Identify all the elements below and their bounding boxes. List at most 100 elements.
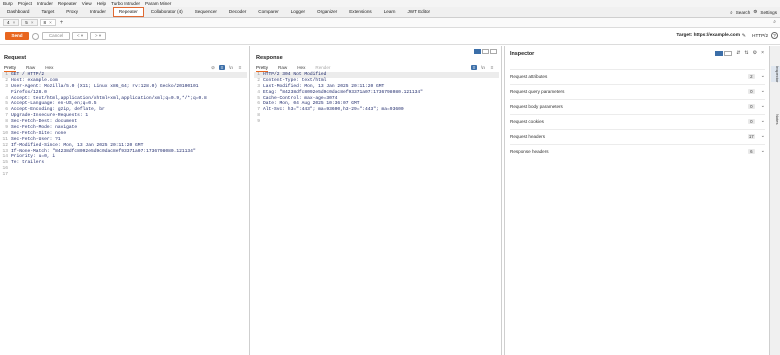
tab-organizer[interactable]: Organizer [312, 8, 342, 16]
newline-icon[interactable]: \n [480, 65, 486, 70]
sort-icon[interactable]: ⇵ [736, 50, 740, 56]
tab-repeater[interactable]: Repeater [112, 7, 144, 17]
wrap-lines-icon[interactable]: ≡ [219, 65, 225, 70]
close-icon[interactable]: × [49, 20, 52, 26]
menu-repeater[interactable]: Repeater [58, 1, 77, 6]
inspector-section-label: Request query parameters [510, 88, 565, 94]
edit-target-icon[interactable]: ✎ [742, 33, 746, 39]
chevron-down-icon[interactable]: ⌄ [761, 103, 765, 109]
chevron-down-icon[interactable]: ⌄ [761, 88, 765, 94]
tab-decoder[interactable]: Decoder [224, 8, 251, 16]
response-editor[interactable]: 1 HTTP/2 304 Not Modified 2 Content-Type: t… [254, 72, 499, 353]
inspector-panel: Inspector ⇵ ⇅ ⚙ × Request attributes 2 ⌄ Re… [504, 46, 769, 355]
repeater-tab-label: 4 [7, 19, 10, 25]
tool-tabs: Dashboard Target Proxy Intruder Repeater… [0, 7, 780, 18]
layout-vertical-icon[interactable] [490, 49, 497, 54]
menu-icon[interactable]: ≡ [489, 65, 495, 70]
history-back-button[interactable]: < ▾ [72, 32, 88, 40]
inspector-section-label: Request body parameters [510, 103, 563, 109]
request-view-tabs: Pretty Raw Hex [4, 65, 63, 72]
menu-burp[interactable]: Burp [3, 1, 13, 6]
tab-response-raw[interactable]: Raw [278, 65, 287, 72]
tab-proxy[interactable]: Proxy [61, 8, 83, 16]
menu-param-miner[interactable]: Param Miner [145, 1, 171, 6]
tab-response-hex[interactable]: Hex [297, 65, 305, 72]
menu-intruder[interactable]: Intruder [37, 1, 53, 6]
tab-search-icon[interactable]: ⌕ [773, 19, 776, 25]
send-options-icon[interactable] [32, 32, 39, 40]
line-number: 17 [2, 172, 8, 178]
tab-request-hex[interactable]: Hex [45, 65, 53, 72]
tab-intruder[interactable]: Intruder [85, 8, 111, 16]
inspector-section[interactable]: Request attributes 2 ⌄ [510, 69, 765, 82]
tab-dashboard[interactable]: Dashboard [2, 8, 34, 16]
expand-collapse-icon[interactable]: ⇅ [744, 50, 748, 56]
tab-extensions[interactable]: Extensions [344, 8, 376, 16]
tab-sequencer[interactable]: Sequencer [190, 8, 222, 16]
inspector-layout-toggle-off[interactable] [724, 50, 733, 56]
response-line: 9 [254, 119, 499, 125]
inspector-section-label: Request cookies [510, 118, 544, 124]
sidebar-tab-inspector[interactable]: Inspector [771, 66, 780, 83]
send-button[interactable]: Send [5, 32, 29, 40]
inspector-section[interactable]: Request headers 17 ⌄ [510, 129, 765, 142]
history-forward-button[interactable]: > ▾ [90, 32, 106, 40]
layout-horizontal-icon[interactable] [482, 49, 489, 54]
request-editor[interactable]: 1 GET / HTTP/2 2 Host: example.com 3 User-Age… [2, 72, 247, 353]
chevron-down-icon[interactable]: ⌄ [761, 148, 765, 154]
global-search-label[interactable]: Search [736, 10, 751, 15]
gear-icon[interactable]: ⚙ [753, 50, 757, 56]
close-icon[interactable]: × [31, 20, 34, 26]
inspector-section-count: 17 [747, 133, 755, 139]
line-number: 9 [257, 119, 260, 125]
chevron-down-icon[interactable]: ⌄ [761, 133, 765, 139]
tab-target[interactable]: Target [36, 8, 59, 16]
repeater-tab-8[interactable]: 8 × [39, 19, 56, 26]
add-tab-icon[interactable]: + [60, 20, 64, 26]
repeater-tab-5[interactable]: 5 × [21, 19, 38, 26]
close-icon[interactable]: × [13, 20, 16, 26]
inspector-section[interactable]: Request body parameters 0 ⌄ [510, 99, 765, 112]
cancel-button[interactable]: Cancel [42, 32, 70, 40]
chevron-down-icon[interactable]: ⌄ [761, 73, 765, 79]
gear-icon[interactable]: ⚙ [753, 9, 757, 15]
menu-view[interactable]: View [82, 1, 92, 6]
tab-response-pretty[interactable]: Pretty [256, 65, 268, 72]
inspector-section[interactable]: Request cookies 0 ⌄ [510, 114, 765, 127]
inspector-section[interactable]: Response headers 6 ⌄ [510, 144, 765, 157]
tab-request-raw[interactable]: Raw [26, 65, 35, 72]
protocol-label[interactable]: HTTP/2 [752, 33, 768, 38]
menu-turbo-intruder[interactable]: Turbo Intruder [111, 1, 140, 6]
settings-label[interactable]: Settings [760, 10, 777, 15]
search-icon[interactable]: ⌕ [730, 10, 733, 15]
menu-icon[interactable]: ≡ [237, 65, 243, 70]
wrap-lines-icon[interactable]: ≡ [471, 65, 477, 70]
menu-project[interactable]: Project [18, 1, 32, 6]
help-icon[interactable]: ? [771, 32, 778, 39]
tab-request-pretty[interactable]: Pretty [4, 65, 16, 72]
tab-jwt-editor[interactable]: JWT Editor [402, 8, 435, 16]
repeater-tab-4[interactable]: 4 × [3, 19, 20, 26]
inspector-section-count: 0 [747, 88, 755, 94]
request-pane: Request Pretty Raw Hex ⊘ ≡ \n ≡ 1 GET / H… [0, 46, 250, 355]
inspector-tools: ⇵ ⇅ ⚙ × [714, 50, 764, 56]
layout-split-icon[interactable] [474, 49, 481, 54]
tab-response-render[interactable]: Render [315, 65, 330, 72]
sidebar-tab-notes[interactable]: Notes [771, 114, 780, 124]
inspector-title: Inspector [510, 51, 535, 57]
inspector-section[interactable]: Request query parameters 0 ⌄ [510, 84, 765, 97]
chevron-down-icon[interactable]: ⌄ [761, 118, 765, 124]
tab-logger[interactable]: Logger [286, 8, 310, 16]
tab-comparer[interactable]: Comparer [253, 8, 283, 16]
menu-help[interactable]: Help [97, 1, 106, 6]
target-label: Target: https://example.com [676, 33, 740, 38]
repeater-tab-label: 5 [25, 19, 28, 25]
inspector-layout-toggle-on[interactable] [715, 50, 724, 56]
newline-icon[interactable]: \n [228, 65, 234, 70]
tab-learn[interactable]: Learn [379, 8, 401, 16]
close-icon[interactable]: × [761, 50, 764, 56]
inspector-section-count: 0 [747, 118, 755, 124]
tab-collaborator[interactable]: Collaborator (4) [146, 8, 188, 16]
request-line: 17 [2, 172, 247, 178]
hide-icon[interactable]: ⊘ [210, 65, 216, 70]
